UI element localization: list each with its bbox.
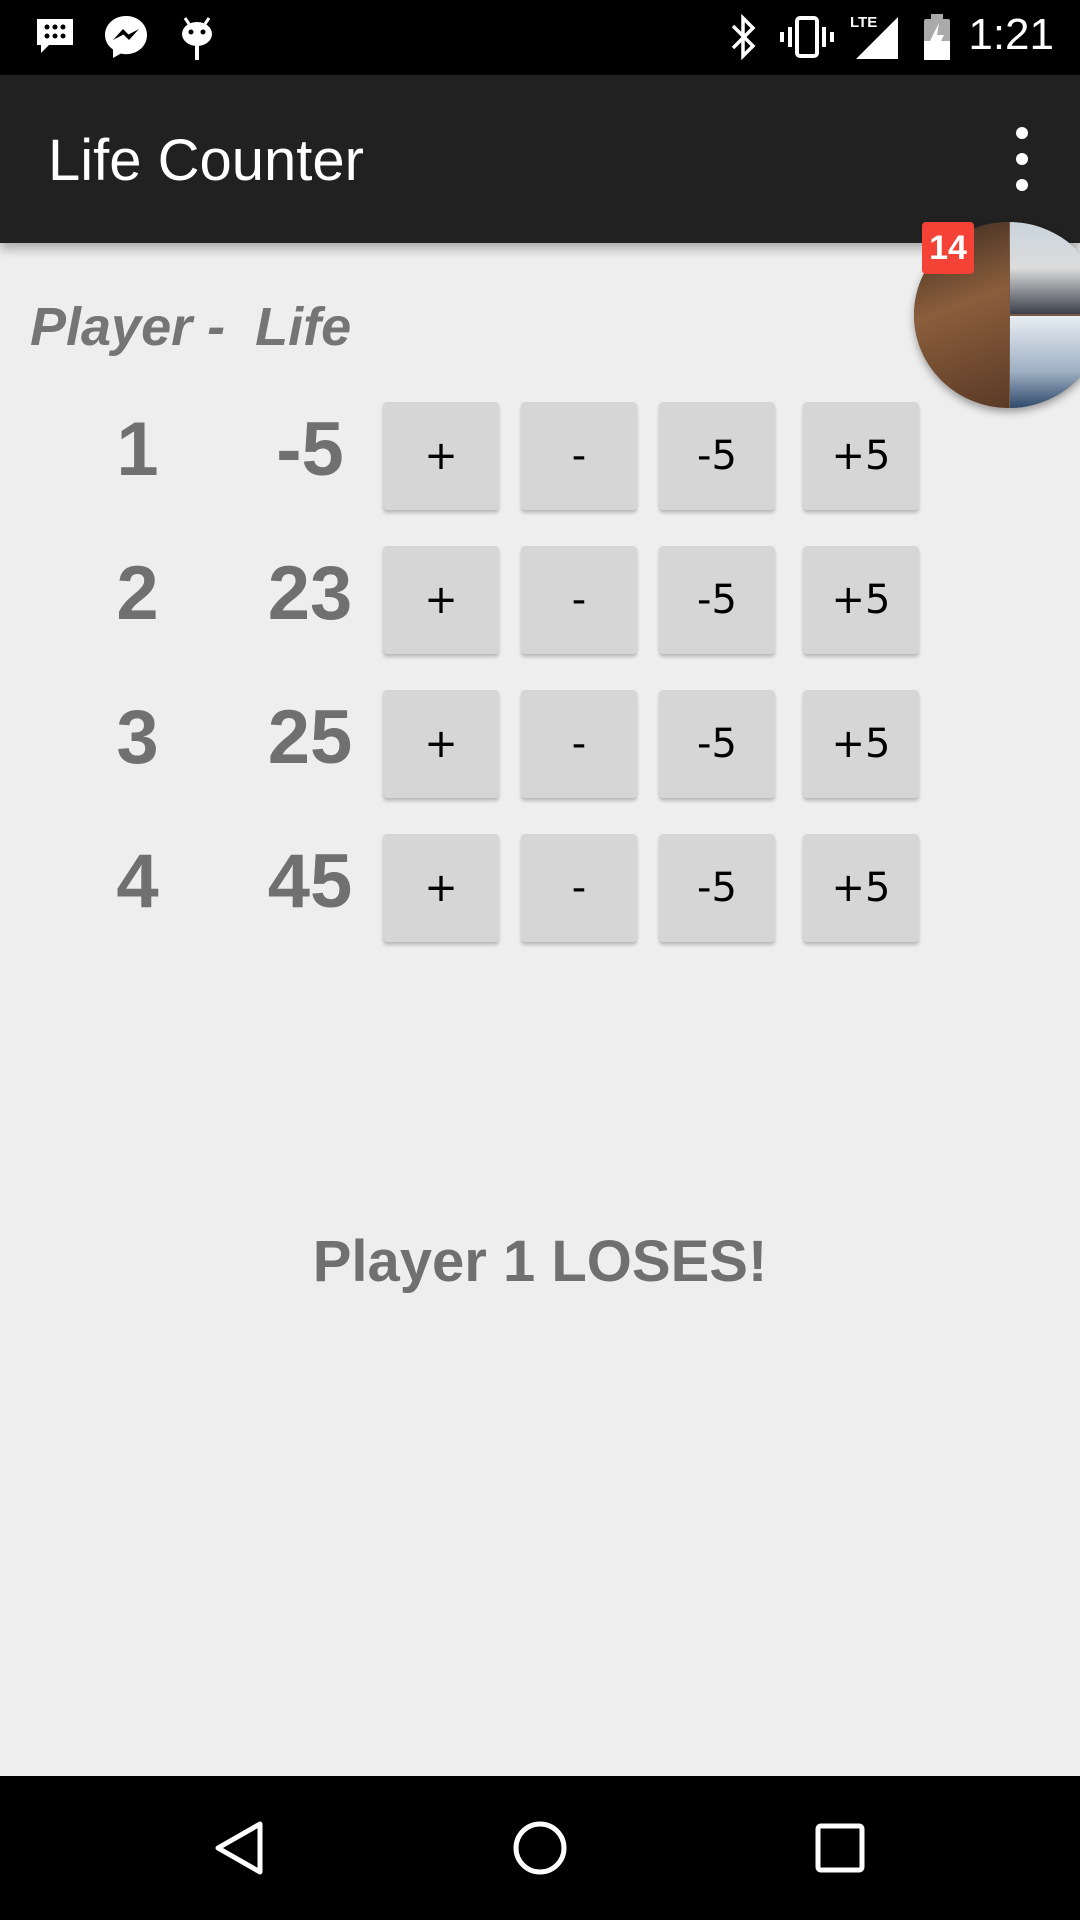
minus-five-button[interactable]: -5	[659, 546, 775, 654]
app-title: Life Counter	[48, 128, 364, 193]
bluetooth-icon	[726, 12, 762, 62]
status-time: 1:21	[968, 10, 1054, 59]
player-life: 25	[267, 695, 353, 780]
recents-icon[interactable]	[800, 1808, 880, 1888]
decrement-button[interactable]: -	[521, 834, 637, 942]
table-header: Player - Life	[30, 297, 352, 357]
player-life: -5	[276, 407, 344, 492]
blackberry-messenger-icon	[30, 12, 80, 62]
plus-five-button[interactable]: +5	[803, 834, 919, 942]
player-row: 4 45 + - -5 +5	[0, 834, 1080, 946]
decrement-button[interactable]: -	[521, 690, 637, 798]
app-bar: Life Counter	[0, 75, 1080, 243]
overflow-menu-icon[interactable]	[992, 127, 1052, 191]
player-number: 2	[116, 551, 159, 636]
minus-five-button[interactable]: -5	[659, 690, 775, 798]
unread-count-badge: 14	[922, 222, 974, 274]
navigation-bar	[0, 1776, 1080, 1920]
battery-icon	[920, 12, 954, 62]
result-message: Player 1 LOSES!	[312, 1229, 768, 1294]
increment-button[interactable]: +	[383, 402, 499, 510]
chat-head-photo	[1010, 316, 1080, 408]
plus-five-button[interactable]: +5	[803, 546, 919, 654]
player-row: 3 25 + - -5 +5	[0, 690, 1080, 802]
android-debug-icon	[175, 12, 219, 62]
minus-five-button[interactable]: -5	[659, 402, 775, 510]
increment-button[interactable]: +	[383, 834, 499, 942]
messenger-icon	[100, 12, 152, 62]
minus-five-button[interactable]: -5	[659, 834, 775, 942]
increment-button[interactable]: +	[383, 546, 499, 654]
player-number: 4	[116, 839, 159, 924]
signal-icon: LTE	[850, 12, 900, 62]
player-number: 1	[116, 407, 159, 492]
status-bar: LTE 1:21	[0, 0, 1080, 75]
increment-button[interactable]: +	[383, 690, 499, 798]
plus-five-button[interactable]: +5	[803, 690, 919, 798]
network-type-label: LTE	[850, 14, 877, 31]
player-life: 23	[267, 551, 353, 636]
player-row: 2 23 + - -5 +5	[0, 546, 1080, 658]
player-number: 3	[116, 695, 159, 780]
home-icon[interactable]	[500, 1808, 580, 1888]
back-icon[interactable]	[200, 1808, 280, 1888]
vibrate-icon	[778, 12, 836, 62]
decrement-button[interactable]: -	[521, 546, 637, 654]
player-life: 45	[267, 839, 353, 924]
chat-head-photo	[1010, 222, 1080, 314]
player-row: 1 -5 + - -5 +5	[0, 402, 1080, 514]
plus-five-button[interactable]: +5	[803, 402, 919, 510]
decrement-button[interactable]: -	[521, 402, 637, 510]
